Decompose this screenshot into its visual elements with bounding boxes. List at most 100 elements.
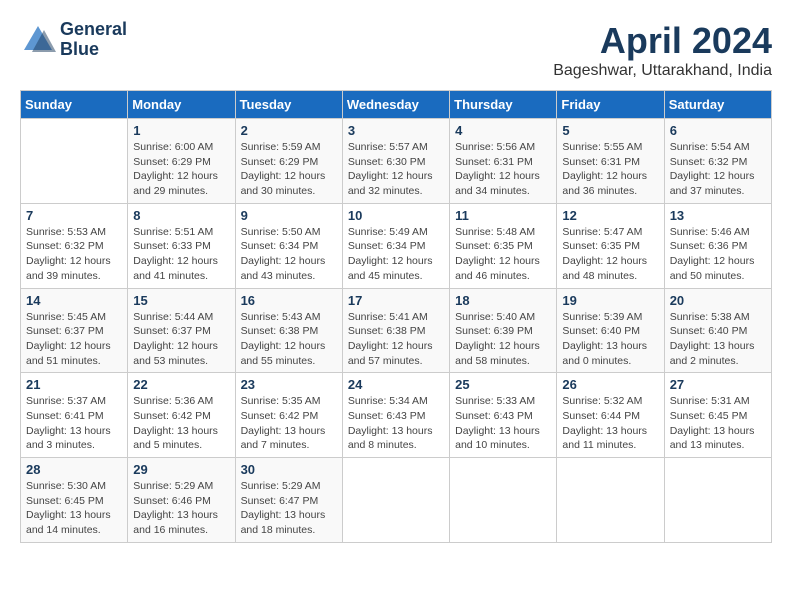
day-info: Sunrise: 5:46 AMSunset: 6:36 PMDaylight:… xyxy=(670,225,766,284)
day-info: Sunrise: 5:40 AMSunset: 6:39 PMDaylight:… xyxy=(455,310,551,369)
page-header: General Blue April 2024 Bageshwar, Uttar… xyxy=(20,20,772,80)
calendar-cell: 25 Sunrise: 5:33 AMSunset: 6:43 PMDayligh… xyxy=(450,373,557,458)
calendar-cell xyxy=(664,458,771,543)
day-number: 17 xyxy=(348,293,444,308)
day-number: 5 xyxy=(562,123,658,138)
day-number: 28 xyxy=(26,462,122,477)
calendar-cell: 23 Sunrise: 5:35 AMSunset: 6:42 PMDayligh… xyxy=(235,373,342,458)
calendar-cell: 10 Sunrise: 5:49 AMSunset: 6:34 PMDayligh… xyxy=(342,203,449,288)
col-header-monday: Monday xyxy=(128,91,235,119)
calendar-cell: 4 Sunrise: 5:56 AMSunset: 6:31 PMDaylight… xyxy=(450,119,557,204)
day-info: Sunrise: 5:33 AMSunset: 6:43 PMDaylight:… xyxy=(455,394,551,453)
col-header-thursday: Thursday xyxy=(450,91,557,119)
day-info: Sunrise: 5:36 AMSunset: 6:42 PMDaylight:… xyxy=(133,394,229,453)
calendar-cell: 21 Sunrise: 5:37 AMSunset: 6:41 PMDayligh… xyxy=(21,373,128,458)
logo: General Blue xyxy=(20,20,127,60)
day-number: 27 xyxy=(670,377,766,392)
day-info: Sunrise: 5:37 AMSunset: 6:41 PMDaylight:… xyxy=(26,394,122,453)
day-number: 2 xyxy=(241,123,337,138)
calendar-cell xyxy=(557,458,664,543)
day-number: 9 xyxy=(241,208,337,223)
calendar-cell: 5 Sunrise: 5:55 AMSunset: 6:31 PMDaylight… xyxy=(557,119,664,204)
day-info: Sunrise: 5:56 AMSunset: 6:31 PMDaylight:… xyxy=(455,140,551,199)
day-number: 1 xyxy=(133,123,229,138)
logo-text: General Blue xyxy=(60,20,127,60)
day-number: 12 xyxy=(562,208,658,223)
month-title: April 2024 xyxy=(553,20,772,62)
calendar-cell: 3 Sunrise: 5:57 AMSunset: 6:30 PMDaylight… xyxy=(342,119,449,204)
day-number: 26 xyxy=(562,377,658,392)
day-info: Sunrise: 5:57 AMSunset: 6:30 PMDaylight:… xyxy=(348,140,444,199)
calendar-cell: 28 Sunrise: 5:30 AMSunset: 6:45 PMDayligh… xyxy=(21,458,128,543)
day-number: 29 xyxy=(133,462,229,477)
day-number: 13 xyxy=(670,208,766,223)
day-info: Sunrise: 5:55 AMSunset: 6:31 PMDaylight:… xyxy=(562,140,658,199)
calendar-cell: 29 Sunrise: 5:29 AMSunset: 6:46 PMDayligh… xyxy=(128,458,235,543)
calendar-cell: 22 Sunrise: 5:36 AMSunset: 6:42 PMDayligh… xyxy=(128,373,235,458)
col-header-wednesday: Wednesday xyxy=(342,91,449,119)
day-number: 30 xyxy=(241,462,337,477)
calendar-cell: 26Sunrise: 5:32 AMSunset: 6:44 PMDayligh… xyxy=(557,373,664,458)
day-info: Sunrise: 5:38 AMSunset: 6:40 PMDaylight:… xyxy=(670,310,766,369)
day-info: Sunrise: 5:49 AMSunset: 6:34 PMDaylight:… xyxy=(348,225,444,284)
day-info: Sunrise: 5:48 AMSunset: 6:35 PMDaylight:… xyxy=(455,225,551,284)
day-number: 16 xyxy=(241,293,337,308)
calendar-cell: 9 Sunrise: 5:50 AMSunset: 6:34 PMDaylight… xyxy=(235,203,342,288)
col-header-sunday: Sunday xyxy=(21,91,128,119)
day-info: Sunrise: 5:41 AMSunset: 6:38 PMDaylight:… xyxy=(348,310,444,369)
day-number: 4 xyxy=(455,123,551,138)
calendar-cell: 17 Sunrise: 5:41 AMSunset: 6:38 PMDayligh… xyxy=(342,288,449,373)
day-info: Sunrise: 5:30 AMSunset: 6:45 PMDaylight:… xyxy=(26,479,122,538)
calendar-cell: 20 Sunrise: 5:38 AMSunset: 6:40 PMDayligh… xyxy=(664,288,771,373)
calendar-cell: 27 Sunrise: 5:31 AMSunset: 6:45 PMDayligh… xyxy=(664,373,771,458)
calendar-cell xyxy=(21,119,128,204)
calendar-table: SundayMondayTuesdayWednesdayThursdayFrid… xyxy=(20,90,772,543)
logo-icon xyxy=(20,22,56,58)
day-number: 25 xyxy=(455,377,551,392)
day-info: Sunrise: 5:31 AMSunset: 6:45 PMDaylight:… xyxy=(670,394,766,453)
calendar-cell: 13 Sunrise: 5:46 AMSunset: 6:36 PMDayligh… xyxy=(664,203,771,288)
day-number: 20 xyxy=(670,293,766,308)
calendar-cell: 1Sunrise: 6:00 AMSunset: 6:29 PMDaylight… xyxy=(128,119,235,204)
calendar-cell: 30 Sunrise: 5:29 AMSunset: 6:47 PMDayligh… xyxy=(235,458,342,543)
day-number: 11 xyxy=(455,208,551,223)
day-number: 3 xyxy=(348,123,444,138)
day-info: Sunrise: 5:54 AMSunset: 6:32 PMDaylight:… xyxy=(670,140,766,199)
calendar-cell: 11 Sunrise: 5:48 AMSunset: 6:35 PMDayligh… xyxy=(450,203,557,288)
day-number: 6 xyxy=(670,123,766,138)
day-info: Sunrise: 5:35 AMSunset: 6:42 PMDaylight:… xyxy=(241,394,337,453)
day-info: Sunrise: 5:39 AMSunset: 6:40 PMDaylight:… xyxy=(562,310,658,369)
day-info: Sunrise: 5:53 AMSunset: 6:32 PMDaylight:… xyxy=(26,225,122,284)
day-info: Sunrise: 5:34 AMSunset: 6:43 PMDaylight:… xyxy=(348,394,444,453)
location-subtitle: Bageshwar, Uttarakhand, India xyxy=(553,62,772,80)
col-header-saturday: Saturday xyxy=(664,91,771,119)
day-info: Sunrise: 5:59 AMSunset: 6:29 PMDaylight:… xyxy=(241,140,337,199)
calendar-cell: 15Sunrise: 5:44 AMSunset: 6:37 PMDayligh… xyxy=(128,288,235,373)
day-number: 7 xyxy=(26,208,122,223)
day-number: 8 xyxy=(133,208,229,223)
day-info: Sunrise: 5:29 AMSunset: 6:46 PMDaylight:… xyxy=(133,479,229,538)
calendar-cell: 6 Sunrise: 5:54 AMSunset: 6:32 PMDaylight… xyxy=(664,119,771,204)
day-number: 19 xyxy=(562,293,658,308)
calendar-cell: 14Sunrise: 5:45 AMSunset: 6:37 PMDayligh… xyxy=(21,288,128,373)
day-number: 15 xyxy=(133,293,229,308)
calendar-cell: 12 Sunrise: 5:47 AMSunset: 6:35 PMDayligh… xyxy=(557,203,664,288)
calendar-cell: 7 Sunrise: 5:53 AMSunset: 6:32 PMDaylight… xyxy=(21,203,128,288)
col-header-friday: Friday xyxy=(557,91,664,119)
calendar-cell: 19 Sunrise: 5:39 AMSunset: 6:40 PMDayligh… xyxy=(557,288,664,373)
day-number: 14 xyxy=(26,293,122,308)
day-number: 24 xyxy=(348,377,444,392)
calendar-cell xyxy=(450,458,557,543)
day-number: 21 xyxy=(26,377,122,392)
calendar-cell xyxy=(342,458,449,543)
day-info: Sunrise: 5:50 AMSunset: 6:34 PMDaylight:… xyxy=(241,225,337,284)
day-info: Sunrise: 5:47 AMSunset: 6:35 PMDaylight:… xyxy=(562,225,658,284)
title-block: April 2024 Bageshwar, Uttarakhand, India xyxy=(553,20,772,80)
day-number: 10 xyxy=(348,208,444,223)
calendar-cell: 16Sunrise: 5:43 AMSunset: 6:38 PMDayligh… xyxy=(235,288,342,373)
calendar-cell: 8Sunrise: 5:51 AMSunset: 6:33 PMDaylight… xyxy=(128,203,235,288)
calendar-cell: 18Sunrise: 5:40 AMSunset: 6:39 PMDayligh… xyxy=(450,288,557,373)
day-number: 23 xyxy=(241,377,337,392)
day-info: Sunrise: 5:29 AMSunset: 6:47 PMDaylight:… xyxy=(241,479,337,538)
day-number: 22 xyxy=(133,377,229,392)
